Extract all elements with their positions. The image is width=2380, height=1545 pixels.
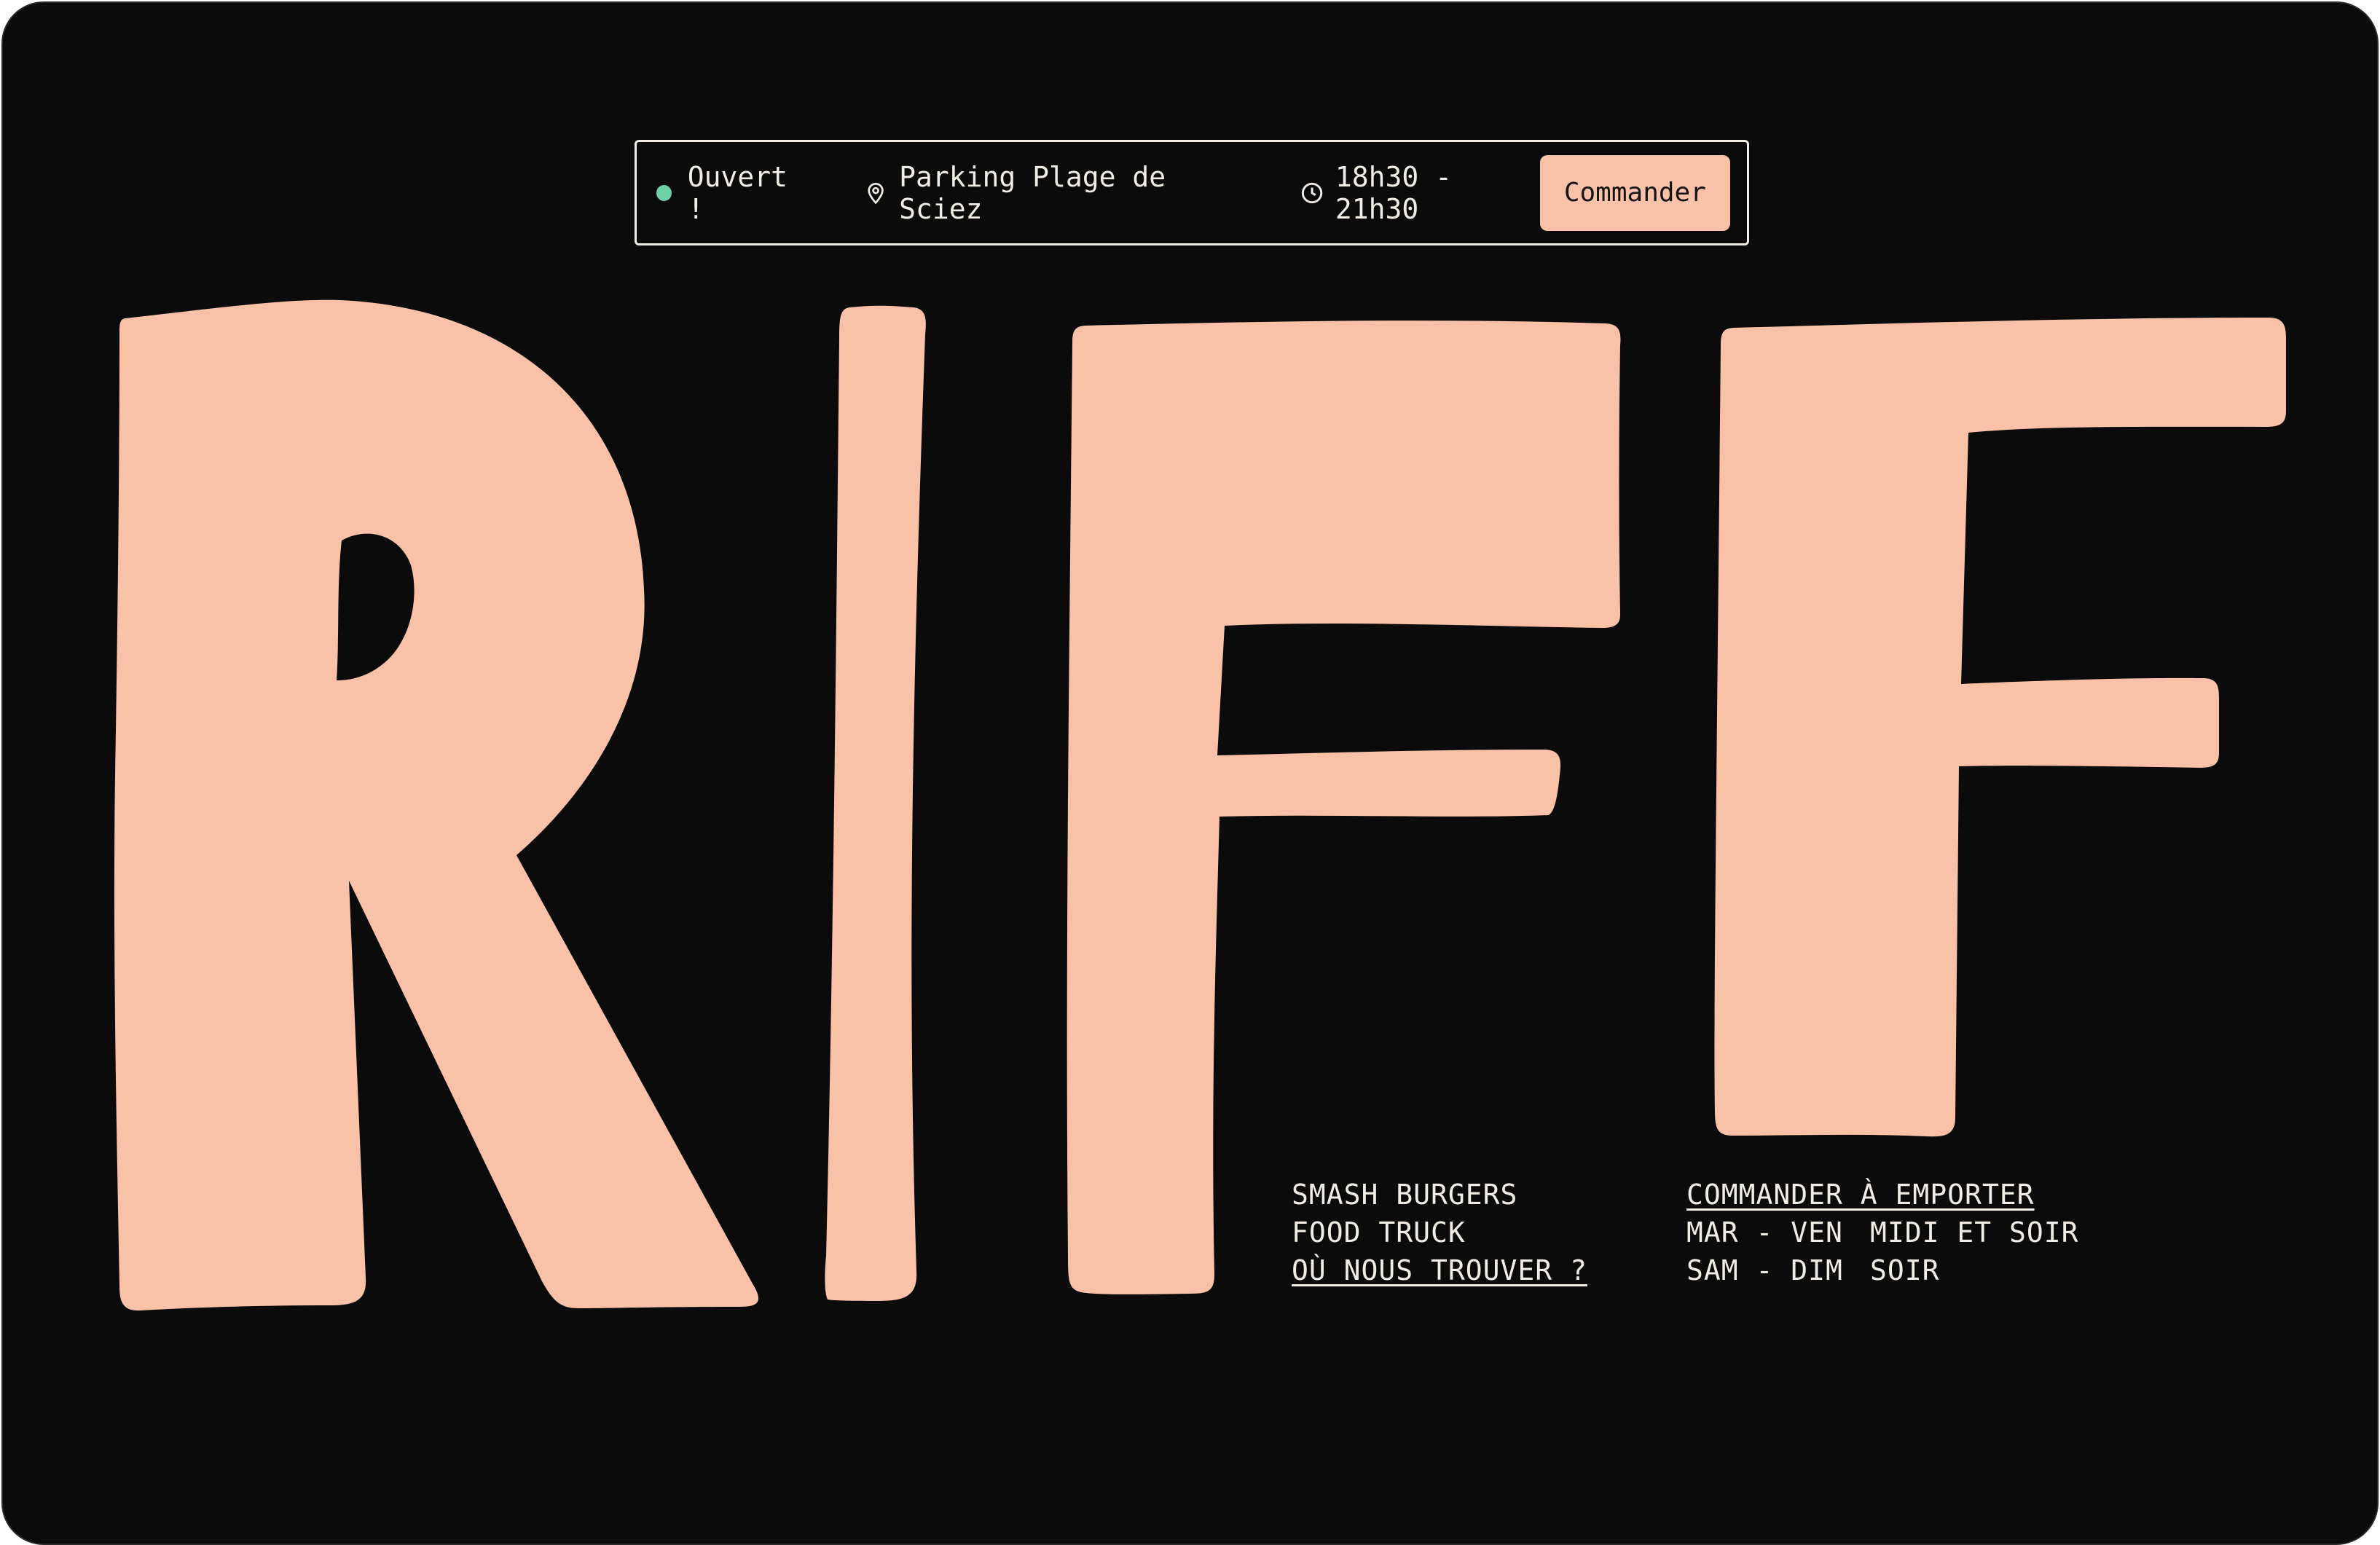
schedule-row: MAR - VEN MIDI ET SOIR [1686,1214,2079,1251]
tagline-line-1: SMASH BURGERS [1292,1179,1518,1211]
schedule-times: MIDI ET SOIR [1870,1216,2079,1249]
schedule-row: SAM - DIM SOIR [1686,1251,2079,1289]
tagline-block: SMASH BURGERS FOOD TRUCK OÙ NOUS TROUVER… [1292,1176,1587,1289]
tagline-line-2: FOOD TRUCK [1292,1216,1466,1249]
riff-logo [114,299,2286,1311]
logo-letter-i [825,305,926,1301]
logo-letter-r [114,299,759,1311]
schedule-block: COMMANDER À EMPORTER MAR - VEN MIDI ET S… [1686,1176,2079,1289]
schedule-days: MAR - VEN [1686,1216,1843,1249]
page-frame: Ouvert ! Parking Plage de Sciez 18h30 - … [1,1,2379,1545]
find-us-link[interactable]: OÙ NOUS TROUVER ? [1292,1254,1587,1286]
schedule-times: SOIR [1870,1254,1940,1286]
logo-letter-f1 [1067,321,1621,1294]
logo-letter-f2 [1714,318,2286,1137]
schedule-days: SAM - DIM [1686,1254,1843,1286]
takeaway-order-link[interactable]: COMMANDER À EMPORTER [1686,1179,2035,1211]
